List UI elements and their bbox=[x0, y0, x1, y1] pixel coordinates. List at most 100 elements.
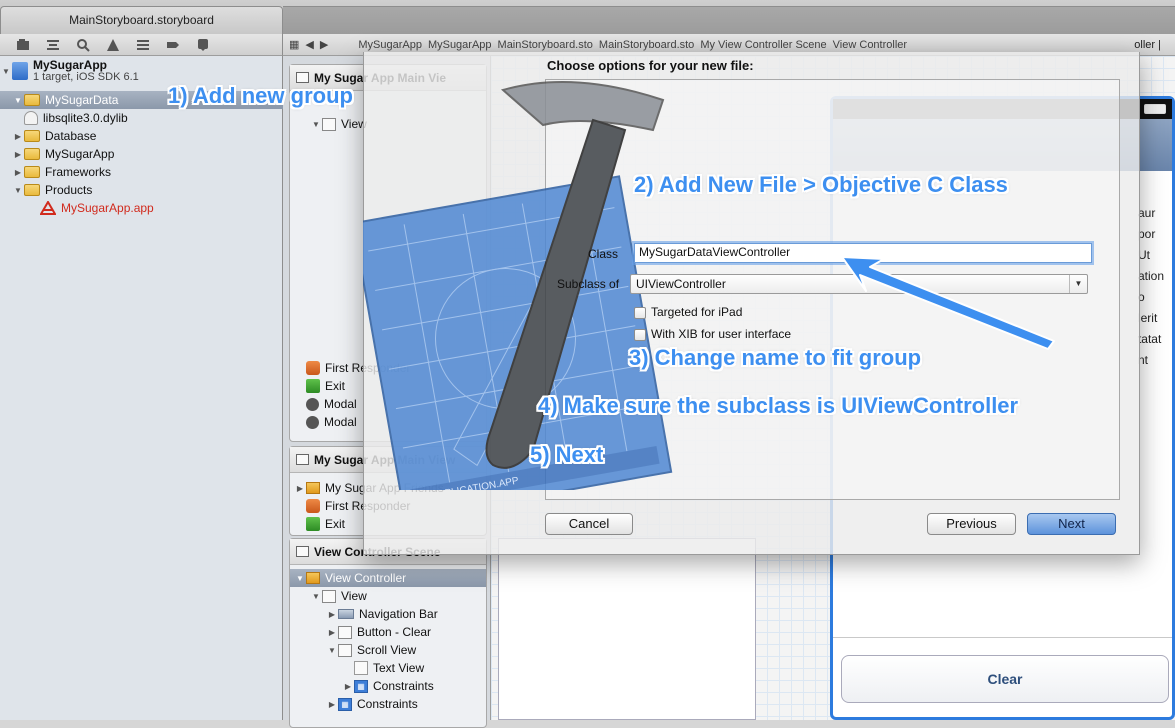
first-responder-icon bbox=[306, 361, 320, 375]
scene-icon bbox=[296, 72, 309, 83]
forward-arrow-icon[interactable]: ▶ bbox=[320, 38, 328, 51]
targeted-ipad-checkbox[interactable] bbox=[634, 307, 646, 319]
annotation-arrow-icon bbox=[841, 256, 1055, 350]
disclosure-triangle-icon[interactable]: ▶ bbox=[12, 150, 24, 159]
tab-bar-empty bbox=[283, 6, 1175, 34]
disclosure-triangle-icon[interactable]: ▼ bbox=[12, 96, 24, 105]
outline-row-view[interactable]: ▼ View bbox=[290, 587, 486, 605]
back-arrow-icon[interactable]: ◀ bbox=[305, 38, 313, 51]
outline-row-label: Exit bbox=[325, 379, 346, 393]
canvas-scene-preview[interactable] bbox=[498, 538, 756, 720]
disclosure-triangle-icon[interactable]: ▶ bbox=[326, 700, 338, 709]
disclosure-triangle-icon[interactable]: ▼ bbox=[310, 592, 322, 601]
disclosure-triangle-icon[interactable]: ▶ bbox=[12, 132, 24, 141]
lorem-line: o bbox=[1137, 290, 1145, 304]
lorem-line: tatat bbox=[1137, 332, 1162, 346]
next-button[interactable]: Next bbox=[1027, 513, 1116, 535]
subclass-label: Subclass of bbox=[557, 277, 620, 291]
outline-row-label: Constraints bbox=[373, 679, 434, 693]
nav-item-label: MySugarApp bbox=[45, 147, 115, 161]
scene-icon bbox=[296, 454, 309, 465]
nav-item-label: MySugarData bbox=[45, 93, 119, 107]
previous-button[interactable]: Previous bbox=[927, 513, 1016, 535]
outline-row-text-view[interactable]: Text View bbox=[290, 659, 486, 677]
first-responder-icon bbox=[306, 499, 320, 513]
nav-item-label: libsqlite3.0.dylib bbox=[43, 111, 128, 125]
exit-icon bbox=[306, 379, 320, 393]
outline-row-label: Constraints bbox=[357, 697, 418, 711]
text-view-icon bbox=[354, 661, 368, 675]
nav-item-products[interactable]: ▼ Products bbox=[0, 181, 283, 199]
disclosure-triangle-icon[interactable]: ▼ bbox=[294, 574, 306, 583]
outline-row-label: Text View bbox=[373, 661, 425, 675]
disclosure-triangle-icon[interactable]: ▼ bbox=[12, 186, 24, 195]
folder-icon bbox=[24, 166, 40, 178]
divider bbox=[833, 637, 1172, 638]
jumpbar-item[interactable]: MainStoryboard.sto bbox=[599, 39, 694, 51]
nav-item-label: Frameworks bbox=[45, 165, 112, 179]
jumpbar-item[interactable]: MySugarApp bbox=[428, 39, 492, 51]
nav-item-frameworks[interactable]: ▶ Frameworks bbox=[0, 163, 283, 181]
navigation-bar-icon bbox=[338, 609, 354, 619]
outline-row-constraints[interactable]: ▶ ▦ Constraints bbox=[290, 677, 486, 695]
jumpbar-item[interactable]: View Controller bbox=[833, 39, 907, 51]
view-controller-icon bbox=[306, 572, 320, 584]
outline-row-button-clear[interactable]: ▶ Button - Clear bbox=[290, 623, 486, 641]
debug-navigator-icon[interactable] bbox=[128, 35, 158, 55]
outline-row-constraints[interactable]: ▶ ▦ Constraints bbox=[290, 695, 486, 713]
segue-icon bbox=[306, 415, 319, 429]
project-subtitle: 1 target, iOS SDK 6.1 bbox=[33, 71, 139, 83]
disclosure-triangle-icon[interactable]: ▶ bbox=[12, 168, 24, 177]
folder-icon bbox=[24, 94, 40, 106]
clear-button[interactable]: Clear bbox=[841, 655, 1169, 703]
subclass-value: UIViewController bbox=[636, 277, 726, 291]
outline-row-label: Modal bbox=[324, 397, 357, 411]
disclosure-triangle-icon[interactable]: ▶ bbox=[326, 628, 338, 637]
disclosure-triangle-icon[interactable]: ▼ bbox=[310, 120, 322, 129]
project-navigator-icon[interactable] bbox=[8, 35, 38, 55]
nav-item-app-product[interactable]: MySugarApp.app bbox=[0, 199, 283, 217]
symbol-navigator-icon[interactable] bbox=[38, 35, 68, 55]
lorem-line: nt bbox=[1137, 353, 1148, 367]
scene-icon bbox=[296, 546, 309, 557]
nav-item-libsqlite[interactable]: libsqlite3.0.dylib bbox=[0, 109, 283, 127]
with-xib-label: With XIB for user interface bbox=[651, 327, 792, 341]
outline-row-view-controller[interactable]: ▼ View Controller bbox=[290, 569, 486, 587]
tab-mainstoryboard[interactable]: MainStoryboard.storyboard bbox=[0, 6, 283, 34]
log-navigator-icon[interactable] bbox=[188, 35, 218, 55]
title-bar: MainStoryboard.storyboard bbox=[0, 0, 1175, 34]
constraints-icon: ▦ bbox=[338, 697, 352, 711]
disclosure-triangle-icon[interactable]: ▶ bbox=[326, 610, 338, 619]
project-navigator: ▼ MySugarApp 1 target, iOS SDK 6.1 ▼ MyS… bbox=[0, 56, 283, 720]
outline-row-navigation-bar[interactable]: ▶ Navigation Bar bbox=[290, 605, 486, 623]
disclosure-triangle-icon[interactable]: ▶ bbox=[294, 484, 306, 493]
outline-row-scroll-view[interactable]: ▼ Scroll View bbox=[290, 641, 486, 659]
breakpoint-navigator-icon[interactable] bbox=[158, 35, 188, 55]
chevron-down-icon: ▼ bbox=[1069, 275, 1087, 293]
with-xib-checkbox[interactable] bbox=[634, 329, 646, 341]
cancel-button[interactable]: Cancel bbox=[545, 513, 633, 535]
library-icon bbox=[24, 111, 38, 125]
outline-row-label: Button - Clear bbox=[357, 625, 432, 639]
jumpbar-item[interactable]: MySugarApp bbox=[358, 39, 422, 51]
nav-item-mysugarapp[interactable]: ▶ MySugarApp bbox=[0, 145, 283, 163]
project-root-row[interactable]: ▼ MySugarApp 1 target, iOS SDK 6.1 bbox=[0, 58, 283, 84]
battery-icon bbox=[1144, 104, 1166, 114]
disclosure-triangle-icon[interactable]: ▶ bbox=[342, 682, 354, 691]
issue-navigator-icon[interactable] bbox=[98, 35, 128, 55]
grid-icon[interactable]: ▦ bbox=[289, 38, 299, 51]
outline-row-label: Exit bbox=[325, 517, 346, 531]
disclosure-triangle-icon[interactable]: ▼ bbox=[326, 646, 338, 655]
jumpbar-item[interactable]: MainStoryboard.sto bbox=[498, 39, 593, 51]
search-navigator-icon[interactable] bbox=[68, 35, 98, 55]
jumpbar-item[interactable]: My View Controller Scene bbox=[700, 39, 826, 51]
outline-row-label: Modal bbox=[324, 415, 357, 429]
lorem-line: lerit bbox=[1137, 311, 1158, 325]
nav-item-label: MySugarApp.app bbox=[61, 201, 154, 215]
view-icon bbox=[322, 589, 336, 603]
annotation-step-1: 1) Add new group bbox=[168, 83, 353, 108]
disclosure-triangle-icon[interactable]: ▼ bbox=[0, 67, 12, 76]
scroll-view-icon bbox=[338, 643, 352, 657]
navigator-toolbar bbox=[0, 34, 283, 56]
nav-item-database[interactable]: ▶ Database bbox=[0, 127, 283, 145]
